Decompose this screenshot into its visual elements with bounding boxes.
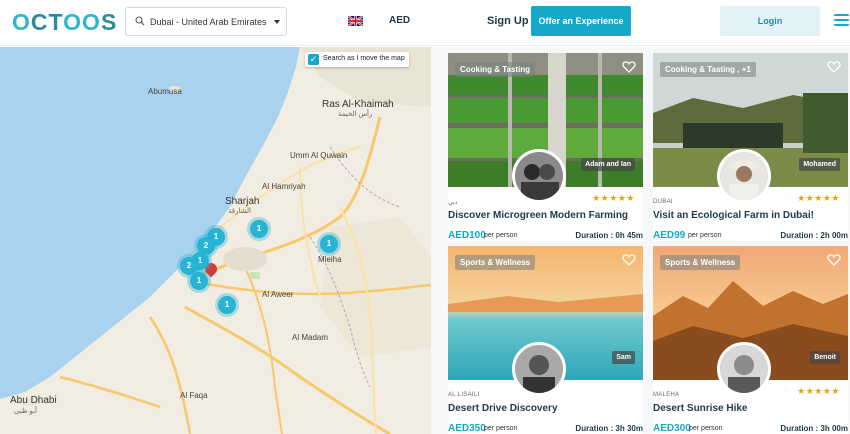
map-label-ras-al-khaimah-ar: رأس الخيمة <box>338 111 373 118</box>
listing-card[interactable]: Cooking & Tasting , +1 Mohamed ★★★★★ DUB… <box>653 53 848 241</box>
map-label-al-faqa: Al Faqa <box>180 391 208 400</box>
map-label-abu-dhabi-ar: أبو ظبي <box>14 408 37 415</box>
listing-grid: Cooking & Tasting Adam and Ian ★★★★★ دبي… <box>431 47 850 434</box>
price-unit: per person <box>484 425 518 432</box>
map-cluster-marker[interactable]: 1 <box>190 272 208 290</box>
listing-location: MALEHA <box>653 392 680 398</box>
map-label-al-hamriyah: Al Hamriyah <box>262 182 306 191</box>
listing-price: AED99 <box>653 230 686 241</box>
heart-icon[interactable] <box>622 253 636 267</box>
map-label-mleiha: Mleiha <box>318 255 342 264</box>
listing-duration: Duration : 3h 00m <box>780 424 848 433</box>
category-tag: Cooking & Tasting <box>455 62 536 77</box>
location-input[interactable] <box>150 13 268 31</box>
listing-price: AED350 <box>448 423 486 434</box>
host-name: Adam and Ian <box>581 158 635 171</box>
search-as-move-label: Search as I move the map <box>323 55 405 62</box>
currency-selector[interactable]: AED <box>389 15 410 26</box>
login-button[interactable]: Login <box>720 6 820 36</box>
top-navbar: OCTOOS AED Sign Up Offer an Experience L… <box>0 0 850 46</box>
heart-icon[interactable] <box>827 253 841 267</box>
offer-experience-button[interactable]: Offer an Experience <box>531 6 631 36</box>
map-label-umm-al-quwain: Umm Al Quwain <box>290 151 348 160</box>
listing-price: AED300 <box>653 423 691 434</box>
listing-location: AL LISAILI <box>448 392 480 398</box>
host-name: Mohamed <box>799 158 840 171</box>
category-tag: Sports & Wellness <box>455 255 536 270</box>
map-cluster-marker[interactable]: 1 <box>218 296 236 314</box>
listing-title[interactable]: Discover Microgreen Modern Farming <box>448 210 628 221</box>
map-label-al-awir: Al Aweer <box>262 290 294 299</box>
menu-icon[interactable] <box>834 14 849 27</box>
map-label-sharjah: Sharjah <box>225 196 260 207</box>
uk-flag-icon[interactable] <box>348 16 363 26</box>
map-label-ras-al-khaimah: Ras Al-Khaimah <box>322 99 394 110</box>
listing-location: DUBAI <box>653 199 673 205</box>
map-label-abumusa: Abumusa <box>148 87 182 96</box>
listing-duration: Duration : 2h 00m <box>780 231 848 240</box>
search-icon <box>135 16 145 26</box>
map-cluster-marker[interactable]: 1 <box>250 220 268 238</box>
heart-icon[interactable] <box>622 60 636 74</box>
category-tag: Sports & Wellness <box>660 255 741 270</box>
listing-location: دبي <box>448 200 458 206</box>
rating-stars: ★★★★★ <box>592 193 635 203</box>
listing-duration: Duration : 3h 30m <box>575 424 643 433</box>
host-avatar[interactable] <box>717 149 771 203</box>
host-name: Benoit <box>810 351 840 364</box>
signup-link[interactable]: Sign Up <box>487 15 529 27</box>
rating-stars: ★★★★★ <box>797 386 840 396</box>
map-label-al-madam: Al Madam <box>292 333 329 342</box>
listing-duration: Duration : 0h 45m <box>575 231 643 240</box>
heart-icon[interactable] <box>827 60 841 74</box>
listing-price: AED100 <box>448 230 486 241</box>
host-avatar[interactable] <box>717 342 771 396</box>
map-cluster-marker[interactable]: 1 <box>320 235 338 253</box>
map-view[interactable]: Ras Al-Khaimah رأس الخيمة Sharjah الشارق… <box>0 47 431 434</box>
category-tag: Cooking & Tasting , +1 <box>660 62 756 77</box>
host-avatar[interactable] <box>512 149 566 203</box>
price-unit: per person <box>688 232 722 239</box>
map-label-abu-dhabi: Abu Dhabi <box>10 395 57 406</box>
octoos-logo[interactable]: OCTOOS <box>12 9 117 36</box>
host-name: Sam <box>612 351 635 364</box>
price-unit: per person <box>484 232 518 239</box>
location-search[interactable] <box>125 7 287 36</box>
listing-card[interactable]: Sports & Wellness Benoit ★★★★★ MALEHA De… <box>653 246 848 434</box>
checkbox-checked-icon[interactable]: ✓ <box>308 54 319 65</box>
price-unit: per person <box>689 425 723 432</box>
listing-title[interactable]: Desert Drive Discovery <box>448 403 558 414</box>
search-as-move-toggle[interactable]: ✓ Search as I move the map <box>305 52 409 67</box>
map-label-sharjah-ar: الشارقة <box>228 208 251 215</box>
listing-card[interactable]: Cooking & Tasting Adam and Ian ★★★★★ دبي… <box>448 53 643 241</box>
chevron-down-icon[interactable] <box>274 20 280 24</box>
rating-stars: ★★★★★ <box>797 193 840 203</box>
listing-title[interactable]: Desert Sunrise Hike <box>653 403 748 414</box>
host-avatar[interactable] <box>512 342 566 396</box>
listing-card[interactable]: Sports & Wellness Sam AL LISAILI Desert … <box>448 246 643 434</box>
listing-title[interactable]: Visit an Ecological Farm in Dubai! <box>653 210 814 221</box>
